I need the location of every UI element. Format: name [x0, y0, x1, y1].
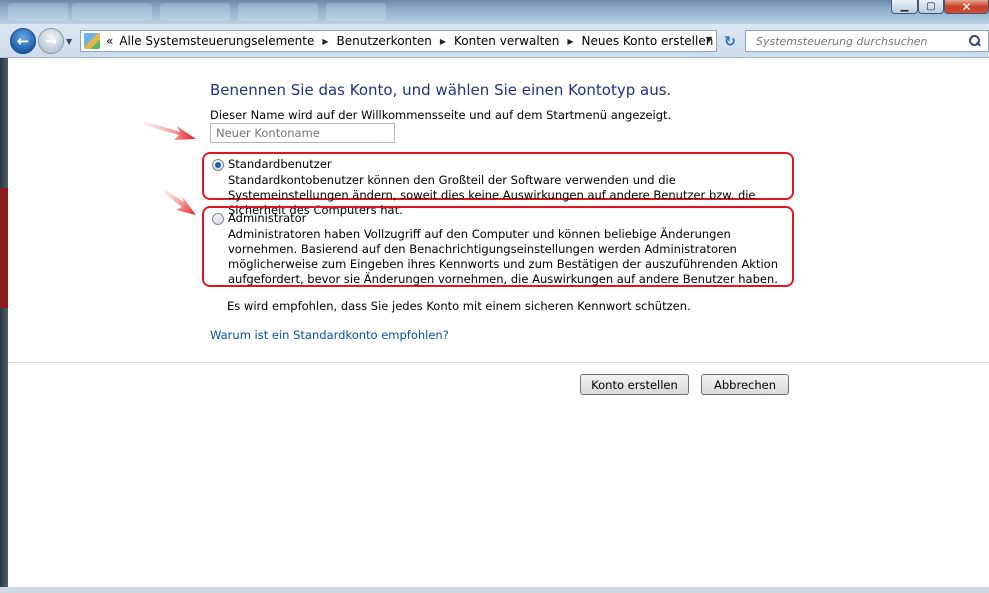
breadcrumb-item-konten-verwalten[interactable]: Konten verwalten	[454, 34, 559, 48]
forward-arrow-icon: →	[44, 32, 58, 50]
blurred-toolbar-item	[8, 3, 68, 21]
blurred-toolbar-item	[72, 3, 152, 21]
back-button[interactable]: ←	[10, 28, 36, 54]
name-hint: Dieser Name wird auf der Willkommensseit…	[210, 108, 672, 122]
breadcrumb-item-benutzerkonten[interactable]: Benutzerkonten	[337, 34, 432, 48]
chevron-down-icon: ▼	[66, 37, 73, 46]
breadcrumb-arrow-icon[interactable]: ▶	[440, 37, 446, 46]
option-description: Administratoren haben Vollzugriff auf de…	[228, 227, 778, 286]
breadcrumb-overflow-button[interactable]: «	[106, 34, 113, 48]
option-standard-user[interactable]: Standardbenutzer Standardkontobenutzer k…	[202, 152, 794, 217]
search-icon[interactable]	[968, 34, 982, 48]
recent-pages-dropdown[interactable]: ▼	[66, 37, 72, 46]
option-title[interactable]: Administrator	[228, 211, 306, 225]
back-arrow-icon: ←	[16, 32, 30, 50]
window-frame-bottom	[0, 587, 989, 593]
refresh-icon: ↻	[724, 34, 736, 50]
account-name-input[interactable]	[210, 123, 395, 143]
breadcrumb: « Alle Systemsteuerungselemente ▶ Benutz…	[106, 34, 713, 48]
cancel-button[interactable]: Abbrechen	[701, 374, 789, 395]
page-title: Benennen Sie das Konto, und wählen Sie e…	[210, 81, 672, 99]
minimize-icon: ▁	[900, 0, 909, 12]
close-icon: ✕	[961, 0, 972, 14]
maximize-button[interactable]: ▢	[918, 0, 944, 14]
breadcrumb-item-alle-systemsteuerungselemente[interactable]: Alle Systemsteuerungselemente	[119, 34, 314, 48]
annotation-arrow-icon	[164, 189, 196, 215]
breadcrumb-arrow-icon[interactable]: ▶	[322, 37, 328, 46]
blurred-toolbar-item	[326, 3, 386, 21]
annotation-arrow-icon	[144, 121, 196, 140]
content-pane: Benennen Sie das Konto, und wählen Sie e…	[8, 58, 989, 587]
breadcrumb-item-neues-konto-erstellen[interactable]: Neues Konto erstellen	[582, 34, 714, 48]
navigation-bar: ← → ▼ « Alle Systemsteuerungselemente ▶ …	[0, 24, 989, 58]
address-bar[interactable]: « Alle Systemsteuerungselemente ▶ Benutz…	[80, 30, 717, 52]
create-account-button[interactable]: Konto erstellen	[580, 374, 689, 395]
option-title[interactable]: Standardbenutzer	[228, 157, 332, 171]
why-standard-account-link[interactable]: Warum ist ein Standardkonto empfohlen?	[210, 328, 449, 342]
forward-button[interactable]: →	[38, 28, 64, 54]
radio-administrator[interactable]	[212, 213, 224, 225]
minimize-button[interactable]: ▁	[891, 0, 918, 14]
address-dropdown-icon[interactable]: ▼	[706, 35, 712, 44]
close-button[interactable]: ✕	[944, 0, 989, 14]
title-bar: ▁ ▢ ✕	[0, 0, 989, 24]
search-box[interactable]	[745, 30, 989, 52]
radio-standard-user[interactable]	[212, 159, 224, 171]
window-frame-left	[0, 58, 8, 593]
breadcrumb-arrow-icon[interactable]: ▶	[567, 37, 573, 46]
refresh-button[interactable]: ↻	[720, 32, 740, 52]
search-input[interactable]	[756, 34, 968, 48]
option-administrator[interactable]: Administrator Administratoren haben Voll…	[202, 206, 794, 287]
divider	[8, 362, 989, 363]
blurred-toolbar-item	[238, 3, 318, 21]
maximize-icon: ▢	[926, 0, 936, 12]
blurred-toolbar-item	[160, 3, 230, 21]
control-panel-icon	[84, 33, 100, 49]
password-recommendation: Es wird empfohlen, dass Sie jedes Konto …	[227, 299, 691, 313]
